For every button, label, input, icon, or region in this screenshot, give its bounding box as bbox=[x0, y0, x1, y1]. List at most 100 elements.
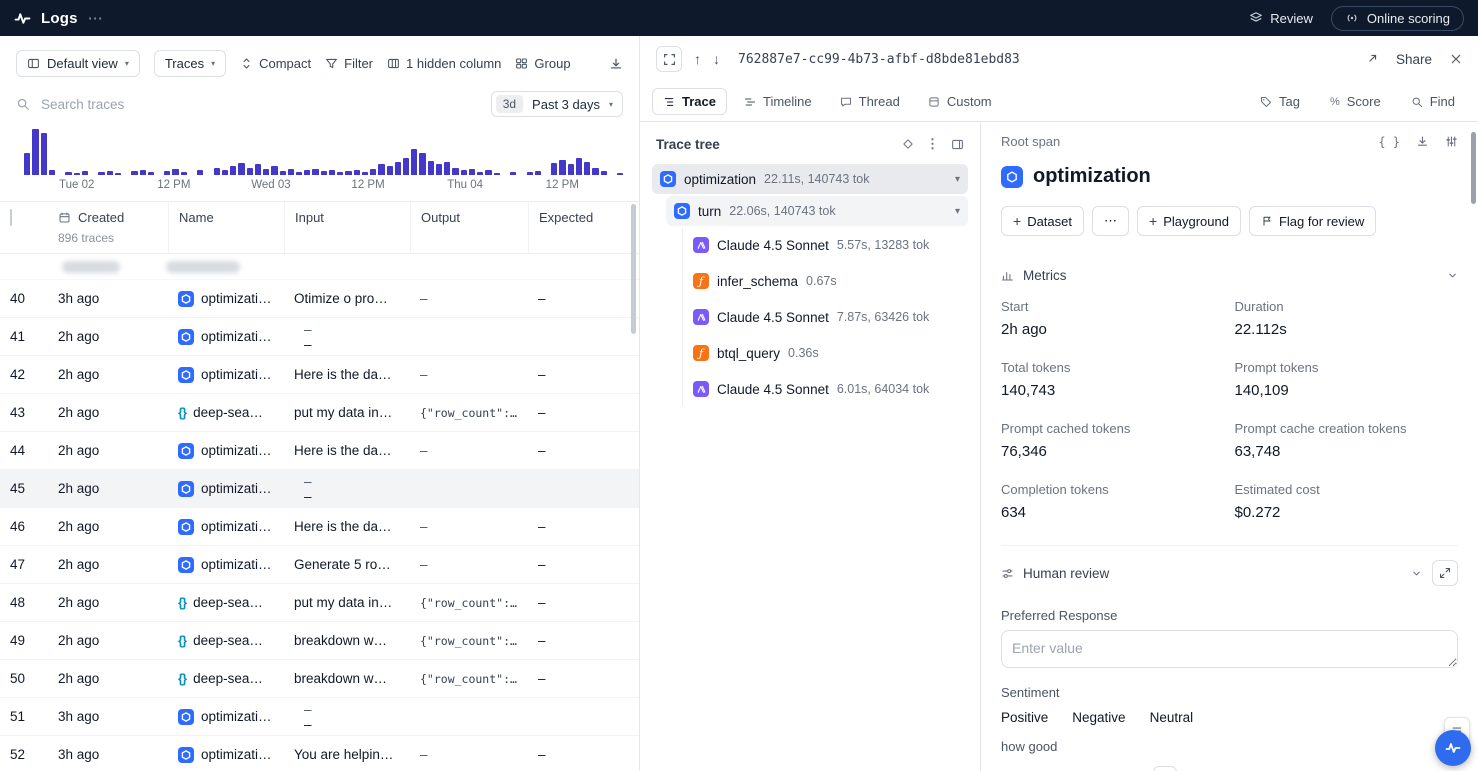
focus-trace-button[interactable] bbox=[656, 46, 682, 72]
review-button[interactable]: Review bbox=[1249, 11, 1313, 26]
table-row[interactable]: 403h agooptimizati…Otimize o pro…–– bbox=[0, 280, 639, 318]
chevron-down-icon[interactable]: ▾ bbox=[955, 206, 960, 217]
braces-icon[interactable]: { } bbox=[1378, 135, 1400, 149]
group-button[interactable]: Group bbox=[515, 56, 570, 71]
trace-tree-item[interactable]: ƒbtql_query0.36s bbox=[687, 336, 968, 370]
search-traces[interactable] bbox=[16, 96, 481, 113]
search-input[interactable] bbox=[39, 96, 481, 113]
assistant-fab[interactable] bbox=[1435, 730, 1471, 766]
kebab-menu-icon[interactable]: ⋮ bbox=[926, 136, 939, 152]
view-selector[interactable]: Default view▾ bbox=[16, 50, 140, 77]
tab-thread[interactable]: Thread bbox=[829, 88, 911, 115]
tab-custom[interactable]: Custom bbox=[917, 88, 1003, 115]
next-trace-button[interactable]: ↓ bbox=[713, 51, 720, 67]
preferred-response-input[interactable] bbox=[1001, 630, 1458, 668]
anthropic-icon bbox=[693, 237, 709, 253]
find-button[interactable]: Find bbox=[1400, 88, 1466, 115]
search-icon bbox=[1411, 96, 1423, 108]
table-row[interactable]: 452h agooptimizati…–– bbox=[0, 470, 639, 508]
sentiment-option-negative[interactable]: Negative bbox=[1072, 710, 1125, 725]
table-row[interactable]: 472h agooptimizati…Generate 5 ro…–– bbox=[0, 546, 639, 584]
more-actions-button[interactable]: ⋯ bbox=[1092, 206, 1129, 236]
histogram-bar bbox=[576, 158, 582, 175]
sentiment-option-neutral[interactable]: Neutral bbox=[1150, 710, 1194, 725]
chevron-down-icon[interactable]: ▾ bbox=[955, 174, 960, 185]
histogram-bar bbox=[49, 170, 55, 175]
page-menu-button[interactable]: ⋯ bbox=[88, 9, 104, 27]
adjust-columns-icon[interactable] bbox=[1445, 135, 1458, 148]
compact-toggle[interactable]: Compact bbox=[240, 56, 311, 71]
thread-tab-icon bbox=[840, 96, 852, 108]
table-row[interactable]: 492h ago{}deep-sea…breakdown w…{"row_cou… bbox=[0, 622, 639, 660]
prev-trace-button[interactable]: ↑ bbox=[694, 51, 701, 67]
expand-review-button[interactable] bbox=[1432, 560, 1458, 586]
name-cell: optimizati… bbox=[168, 546, 284, 583]
output-cell: – bbox=[410, 356, 528, 393]
histogram-bar bbox=[345, 171, 351, 175]
tab-trace[interactable]: Trace bbox=[652, 88, 727, 115]
input-cell: Here is the da… bbox=[284, 508, 410, 545]
add-to-dataset-button[interactable]: +Dataset bbox=[1001, 206, 1084, 236]
filter-button[interactable]: Filter bbox=[325, 56, 373, 71]
human-review-section-header[interactable]: Human review bbox=[1001, 552, 1458, 594]
column-header-created[interactable]: Created 896 traces bbox=[48, 202, 168, 253]
trace-tree-item[interactable]: Claude 4.5 Sonnet6.01s, 64034 tok bbox=[687, 372, 968, 406]
root-span-panel: Root span { } optimization +Dataset ⋯ bbox=[980, 122, 1478, 771]
metric-item: Total tokens140,743 bbox=[1001, 360, 1225, 399]
column-header-input[interactable]: Input bbox=[284, 202, 410, 253]
trace-tree-item[interactable]: turn22.06s, 140743 tok▾ bbox=[666, 196, 968, 226]
table-row[interactable]: 422h agooptimizati…Here is the da…–– bbox=[0, 356, 639, 394]
hidden-columns-button[interactable]: 1 hidden column bbox=[387, 56, 501, 71]
clear-score-button[interactable] bbox=[1153, 766, 1177, 771]
flag-for-review-button[interactable]: Flag for review bbox=[1249, 206, 1376, 236]
online-scoring-button[interactable]: Online scoring bbox=[1331, 6, 1464, 31]
trace-tree-item[interactable]: optimization22.11s, 140743 tok▾ bbox=[652, 164, 968, 194]
trace-tree-item[interactable]: Claude 4.5 Sonnet5.57s, 13283 tok bbox=[687, 228, 968, 262]
histogram-bar bbox=[428, 161, 434, 175]
sentiment-option-positive[interactable]: Positive bbox=[1001, 710, 1048, 725]
close-icon[interactable] bbox=[1450, 53, 1462, 65]
histogram-bar bbox=[304, 170, 310, 175]
add-to-playground-button[interactable]: +Playground bbox=[1137, 206, 1241, 236]
panel-toggle-icon[interactable] bbox=[951, 138, 964, 151]
tag-button[interactable]: Tag bbox=[1249, 88, 1311, 115]
metric-item: Prompt cache creation tokens63,748 bbox=[1235, 421, 1459, 460]
table-row[interactable]: 502h ago{}deep-sea…breakdown w…{"row_cou… bbox=[0, 660, 639, 698]
table-row[interactable]: 513h agooptimizati…–– bbox=[0, 698, 639, 736]
left-scrollbar[interactable] bbox=[631, 204, 636, 334]
score-button[interactable]: % Score bbox=[1319, 88, 1392, 115]
optimization-icon bbox=[178, 519, 194, 535]
table-row[interactable]: 482h ago{}deep-sea…put my data in…{"row_… bbox=[0, 584, 639, 622]
tab-timeline[interactable]: Timeline bbox=[733, 88, 823, 115]
export-button[interactable] bbox=[609, 57, 623, 71]
select-all-checkbox[interactable] bbox=[10, 209, 12, 226]
tag-icon bbox=[1260, 96, 1272, 108]
column-header-expected[interactable]: Expected bbox=[528, 202, 639, 253]
share-button[interactable]: Share bbox=[1396, 52, 1432, 67]
axis-tick-label: 12 PM bbox=[546, 179, 579, 191]
expected-cell: – bbox=[528, 622, 639, 659]
created-cell: 2h ago bbox=[48, 394, 168, 431]
diamond-icon[interactable] bbox=[902, 138, 914, 150]
table-row[interactable]: 523h agooptimizati…You are helpin…–– bbox=[0, 736, 639, 771]
name-cell: optimizati… bbox=[168, 698, 284, 735]
table-row[interactable]: 462h agooptimizati…Here is the da…–– bbox=[0, 508, 639, 546]
right-scrollbar[interactable] bbox=[1471, 132, 1476, 204]
download-icon[interactable] bbox=[1416, 135, 1429, 148]
table-row[interactable]: 412h agooptimizati…–– bbox=[0, 318, 639, 356]
open-in-new-icon[interactable] bbox=[1365, 53, 1378, 66]
trace-tree-item[interactable]: ƒinfer_schema0.67s bbox=[687, 264, 968, 298]
table-row[interactable]: 442h agooptimizati…Here is the da…–– bbox=[0, 432, 639, 470]
output-cell: – bbox=[294, 474, 322, 489]
trace-tree-item[interactable]: Claude 4.5 Sonnet7.87s, 63426 tok bbox=[687, 300, 968, 334]
column-header-output[interactable]: Output bbox=[410, 202, 528, 253]
row-number: 45 bbox=[0, 470, 48, 507]
histogram-bar bbox=[263, 169, 269, 175]
table-row[interactable]: 432h ago{}deep-sea…put my data in…{"row_… bbox=[0, 394, 639, 432]
traces-selector[interactable]: Traces▾ bbox=[154, 50, 226, 77]
column-header-name[interactable]: Name bbox=[168, 202, 284, 253]
metrics-section-header[interactable]: Metrics bbox=[1001, 260, 1458, 291]
time-range-selector[interactable]: 3d Past 3 days ▾ bbox=[491, 91, 623, 117]
logs-panel: Default view▾ Traces▾ Compact Filter 1 h… bbox=[0, 36, 640, 771]
histogram-bar bbox=[197, 170, 203, 175]
